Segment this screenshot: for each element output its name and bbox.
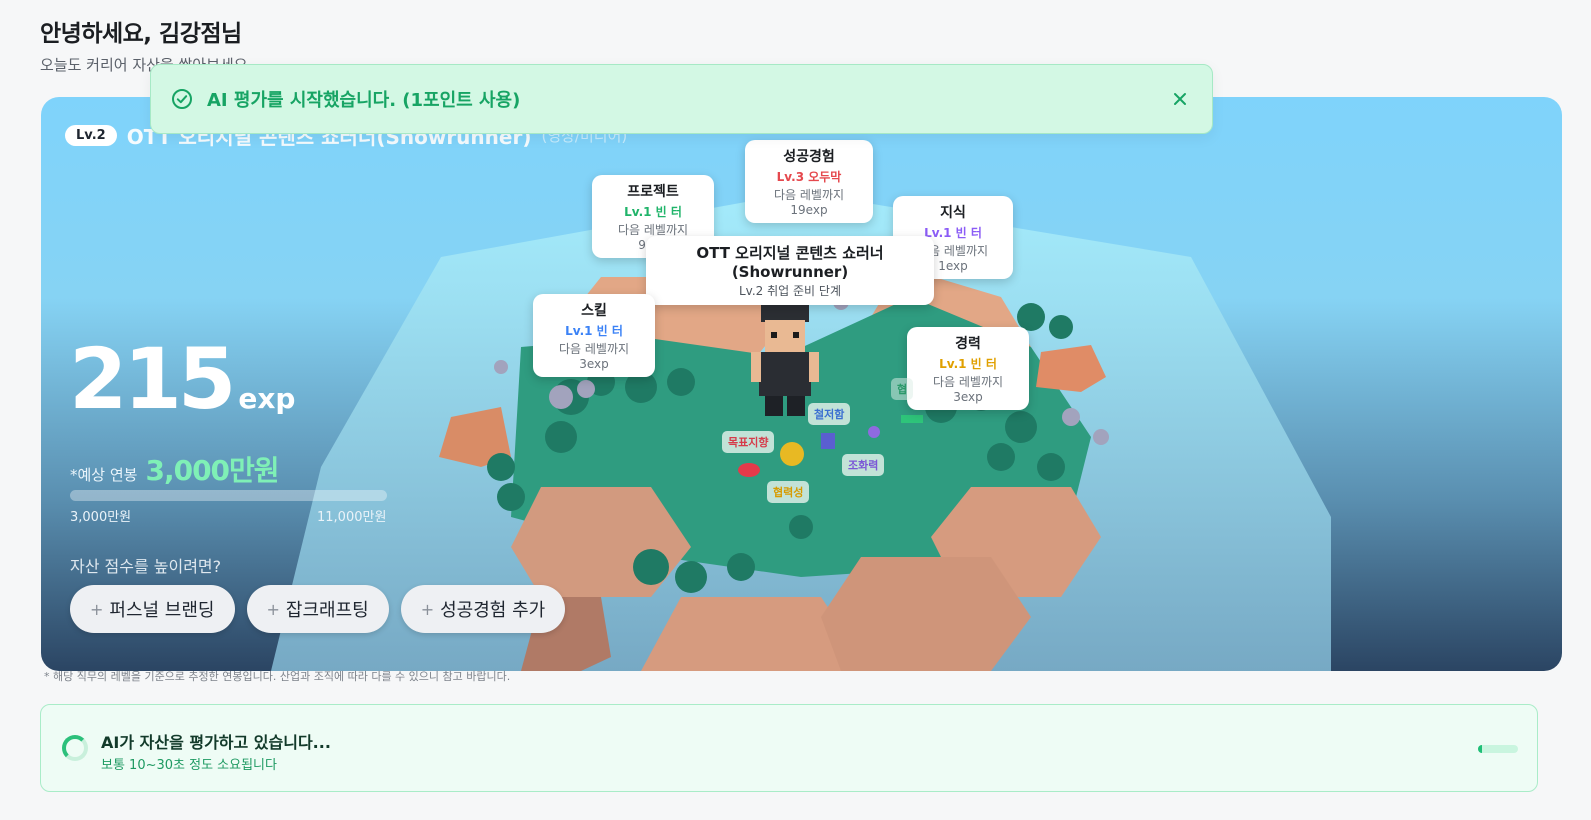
salary-min: 3,000만원 <box>70 510 132 525</box>
sand-tile <box>821 557 1031 671</box>
card-level: Lv.3 오두막 <box>776 170 842 184</box>
card-title: 경력 <box>955 336 981 352</box>
card-title: 스킬 <box>581 303 607 319</box>
card-level: Lv.1 빈 터 <box>939 357 997 371</box>
card-next: 다음 레벨까지 3exp <box>932 375 1004 404</box>
salary-disclaimer: * 해당 직무의 레벨을 기준으로 추정한 연봉입니다. 산업과 조직에 따라 … <box>44 670 511 683</box>
card-title: 성공경험 <box>783 149 835 165</box>
chip-label: 성공경험 추가 <box>440 600 546 621</box>
red-target <box>738 463 760 477</box>
salary-value: 3,000만원 <box>145 454 279 487</box>
cooperation-tag[interactable]: 협력성 <box>767 481 810 503</box>
close-icon <box>1174 93 1186 105</box>
card-next: 다음 레벨까지 3exp <box>558 342 630 371</box>
career-card[interactable]: 경력 Lv.1 빈 터 다음 레벨까지 3exp <box>907 327 1029 410</box>
chip-label: 퍼스널 브랜딩 <box>109 600 215 621</box>
evaluation-progress-bar <box>1478 745 1518 753</box>
skill-card[interactable]: 스킬 Lv.1 빈 터 다음 레벨까지 3exp <box>533 294 655 377</box>
card-title: 프로젝트 <box>627 184 679 200</box>
card-title: OTT 오리지널 콘텐츠 쇼러너(Showrunner) <box>696 244 884 281</box>
toast-notification: AI 평가를 시작했습니다. (1포인트 사용) <box>150 64 1213 134</box>
chip-label: 잡크래프팅 <box>285 600 369 621</box>
partial-tag[interactable]: 협 <box>891 378 914 400</box>
goal-oriented-tag[interactable]: 목표지향 <box>722 431 775 453</box>
greeting-title: 안녕하세요, 김강점님 <box>40 21 242 47</box>
close-toast-button[interactable] <box>1168 87 1192 111</box>
green-plank <box>901 415 923 423</box>
level-badge: Lv.2 <box>65 125 117 146</box>
exp-unit: exp <box>238 382 296 415</box>
improve-chips: + 퍼스널 브랜딩 + 잡크래프팅 + 성공경험 추가 <box>70 585 566 633</box>
toast-message: AI 평가를 시작했습니다. (1포인트 사용) <box>207 90 521 111</box>
success-experience-card[interactable]: 성공경험 Lv.3 오두막 다음 레벨까지 19exp <box>745 140 873 223</box>
card-next: 다음 레벨까지 19exp <box>773 188 845 217</box>
check-circle-icon <box>172 89 192 109</box>
add-success-experience-button[interactable]: + 성공경험 추가 <box>400 585 566 633</box>
main-job-card[interactable]: OTT 오리지널 콘텐츠 쇼러너(Showrunner) Lv.2 취업 준비 … <box>646 236 934 305</box>
harmony-tag[interactable]: 조화력 <box>842 454 885 476</box>
salary-range-bar <box>70 490 387 501</box>
personal-branding-button[interactable]: + 퍼스널 브랜딩 <box>70 585 235 633</box>
exp-display: 215 exp <box>69 337 295 421</box>
loading-title: AI가 자산을 평가하고 있습니다... <box>101 733 331 752</box>
improve-question: 자산 점수를 높이려면? <box>70 557 222 576</box>
job-crafting-button[interactable]: + 잡크래프팅 <box>246 585 389 633</box>
evaluation-progress-fill <box>1478 745 1482 753</box>
thorough-tag[interactable]: 철저함 <box>808 403 851 425</box>
loading-spinner-icon <box>62 735 88 761</box>
purple-block <box>821 433 835 449</box>
loading-subtitle: 보통 10~30초 정도 소요됩니다 <box>101 758 277 773</box>
card-title: 지식 <box>940 205 966 221</box>
plus-icon: + <box>266 599 280 619</box>
ai-evaluation-status: AI가 자산을 평가하고 있습니다... 보통 10~30초 정도 소요됩니다 <box>40 704 1538 792</box>
plus-icon: + <box>420 599 435 619</box>
card-level: Lv.1 빈 터 <box>624 205 682 219</box>
salary-row: *예상 연봉 3,000만원 <box>70 449 280 489</box>
exp-value: 215 <box>69 330 236 428</box>
card-subtitle: Lv.2 취업 준비 단계 <box>739 284 841 298</box>
gold-orb <box>780 442 804 466</box>
purple-orb <box>868 426 880 438</box>
salary-label: *예상 연봉 <box>70 466 138 484</box>
plus-icon: + <box>90 599 104 619</box>
salary-max: 11,000만원 <box>317 510 387 525</box>
career-island-hero: Lv.2 OTT 오리지널 콘텐츠 쇼러너(Showrunner) (영상/미디… <box>41 97 1562 671</box>
card-level: Lv.1 빈 터 <box>565 324 623 338</box>
